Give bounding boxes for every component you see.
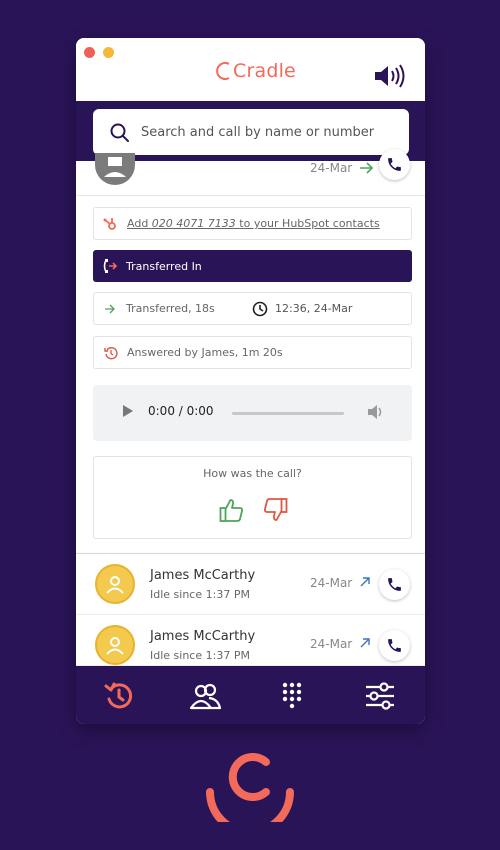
feedback-question: How was the call? [203,467,302,480]
contact-status: Idle since 1:37 PM [150,588,250,601]
hubspot-prefix: Add [127,217,149,230]
bottom-navigation [76,666,425,724]
contact-avatar [95,153,135,185]
speaker-volume-icon[interactable] [373,62,407,90]
contact-avatar [95,625,135,665]
contact-avatar [95,564,135,604]
transfer-info: Transferred, 18s 12:36, 24-Mar [93,292,412,325]
hubspot-icon [103,217,116,230]
history-icon[interactable] [103,680,135,712]
cradle-app-window: Cradle 24-Mar [76,38,425,724]
contacts-icon[interactable] [189,680,221,712]
outgoing-arrow-icon [360,638,370,648]
thumbs-up-icon[interactable] [219,497,245,523]
audio-progress-slider[interactable] [232,412,344,415]
hubspot-add-contact[interactable]: Add 020 4071 7133 to your HubSpot contac… [93,207,412,240]
person-icon [104,157,126,177]
hubspot-number: 020 4071 7133 [151,217,236,230]
window-close-button[interactable] [84,47,95,58]
hubspot-suffix: to your HubSpot contacts [239,217,380,230]
cradle-c-icon [216,62,230,80]
history-small-icon [104,346,118,359]
search-icon [110,123,129,142]
audio-time: 0:00 / 0:00 [148,404,214,418]
phone-transfer-icon [103,259,118,273]
brand-name: Cradle [233,60,296,82]
person-icon [106,637,124,655]
titlebar: Cradle [76,38,425,101]
call-date: 24-Mar [310,576,353,590]
thumbs-down-icon[interactable] [262,497,288,523]
transfer-status-label: Transferred In [126,259,202,273]
phone-icon [388,578,401,591]
audio-player: 0:00 / 0:00 [93,385,412,441]
call-header-row[interactable]: 24-Mar [76,149,425,196]
transferred-duration: Transferred, 18s [126,302,215,315]
recent-call-row[interactable]: James McCarthy Idle since 1:37 PM 24-Mar [76,615,425,666]
arrow-right-icon [105,304,115,313]
recent-call-row[interactable]: James McCarthy Idle since 1:37 PM 24-Mar [76,554,425,615]
call-date: 24-Mar [310,637,353,651]
cradle-logo: Cradle [216,57,296,85]
outgoing-arrow-icon [360,577,370,587]
window-minimize-button[interactable] [103,47,114,58]
search-input[interactable] [141,124,401,140]
call-date: 24-Mar [310,161,353,175]
call-detail-panel: 24-Mar Add 020 4071 7133 to your HubSpot… [76,149,425,553]
cradle-brand-mark [206,753,294,822]
search-band [76,101,425,161]
phone-icon [388,639,401,652]
play-icon[interactable] [123,405,133,417]
call-button[interactable] [379,630,410,661]
settings-sliders-icon[interactable] [364,680,396,712]
transfer-status-banner: Transferred In [93,250,412,282]
contact-name: James McCarthy [150,629,256,644]
phone-icon [388,158,401,171]
contact-status: Idle since 1:37 PM [150,649,250,662]
transfer-arrow-icon [360,162,374,174]
person-icon [106,576,124,594]
search-box[interactable] [93,109,409,155]
answered-by: Answered by James, 1m 20s [127,346,283,359]
call-button[interactable] [379,569,410,600]
call-time: 12:36, 24-Mar [275,302,353,315]
hubspot-link[interactable]: Add 020 4071 7133 to your HubSpot contac… [127,217,380,230]
call-button[interactable] [379,149,410,180]
clock-icon [252,301,268,317]
call-feedback: How was the call? [93,456,412,539]
answered-info: Answered by James, 1m 20s [93,336,412,369]
dialpad-icon[interactable] [276,680,308,712]
volume-icon[interactable] [367,404,385,420]
contact-name: James McCarthy [150,568,256,583]
